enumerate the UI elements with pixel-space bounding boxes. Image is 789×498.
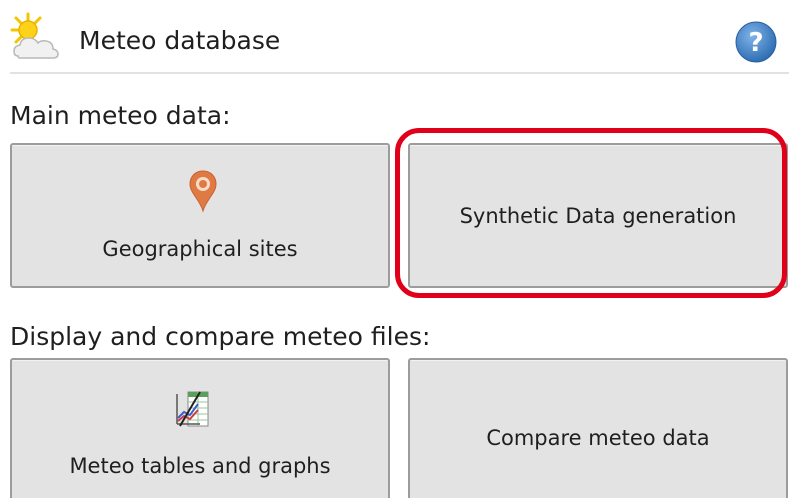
meteo-tables-and-graphs-button[interactable]: Meteo tables and graphs <box>10 358 390 498</box>
meteo-tables-and-graphs-label: Meteo tables and graphs <box>69 454 331 478</box>
panel-header: Meteo database ? <box>0 0 789 80</box>
header-divider <box>10 72 789 74</box>
section-label-display-compare: Display and compare meteo files: <box>10 322 431 351</box>
geographical-sites-label: Geographical sites <box>102 237 298 261</box>
synthetic-data-generation-label: Synthetic Data generation <box>459 204 737 228</box>
compare-meteo-data-label: Compare meteo data <box>486 426 710 450</box>
table-chart-icon <box>174 390 210 432</box>
section-label-main-meteo-data: Main meteo data: <box>10 101 231 130</box>
map-pin-icon <box>188 169 218 217</box>
synthetic-data-generation-button[interactable]: Synthetic Data generation <box>408 143 788 288</box>
compare-meteo-data-button[interactable]: Compare meteo data <box>408 358 788 498</box>
page-title: Meteo database <box>79 26 281 55</box>
sun-cloud-icon <box>6 10 64 66</box>
geographical-sites-button[interactable]: Geographical sites <box>10 143 390 288</box>
meteo-database-panel: Meteo database ? Main meteo data: Geogra… <box>0 0 789 498</box>
help-icon[interactable]: ? <box>734 20 778 64</box>
svg-text:?: ? <box>748 28 763 58</box>
